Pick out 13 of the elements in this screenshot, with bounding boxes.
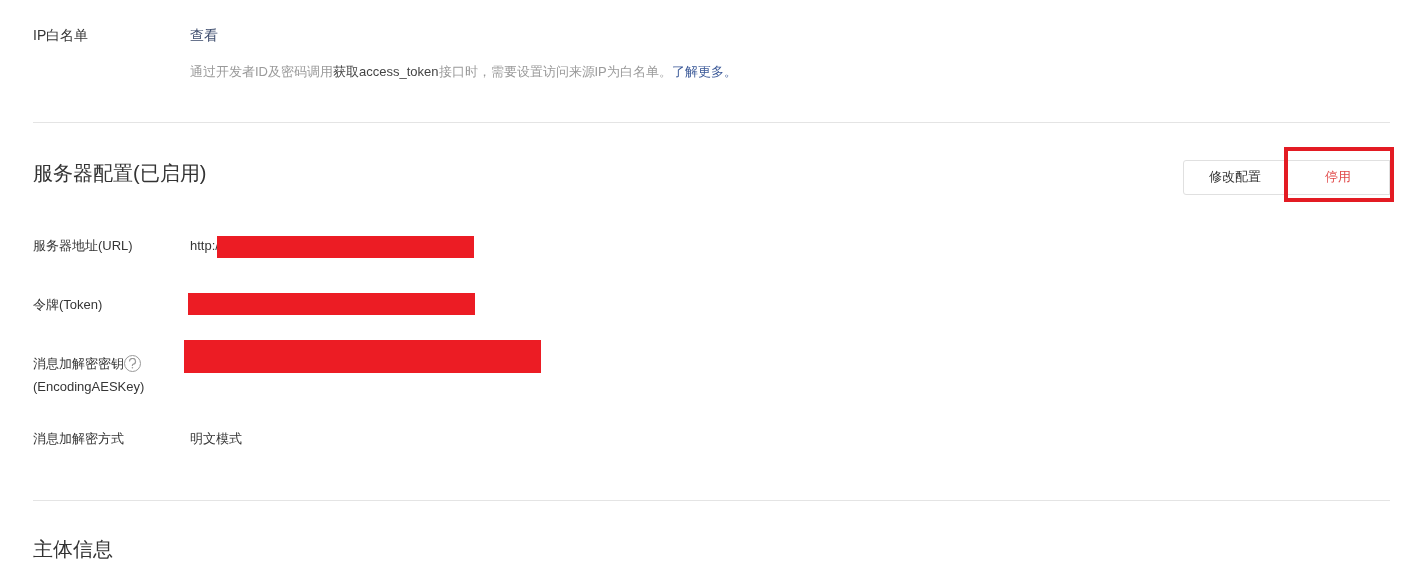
edit-config-button[interactable]: 修改配置 — [1183, 159, 1287, 195]
section-title: 服务器配置(已启用) — [33, 160, 207, 186]
disable-button[interactable]: 停用 — [1286, 159, 1390, 195]
field-sublabel: (EncodingAESKey) — [33, 377, 146, 396]
section-title: 主体信息 — [33, 536, 114, 562]
view-link[interactable]: 查看 — [190, 25, 218, 46]
field-label: 令牌(Token) — [33, 295, 103, 314]
field-label: 消息加解密方式 — [33, 429, 124, 448]
field-label: IP白名单 — [33, 26, 90, 45]
description-text: 通过开发者ID及密码调用获取access_token接口时，需要设置访问来源IP为白名单。了解更多。 — [190, 63, 737, 81]
field-label: 消息加解密密钥 — [33, 354, 124, 373]
field-value: 明文模式 — [190, 429, 242, 448]
field-label: 服务器地址(URL) — [33, 236, 133, 255]
